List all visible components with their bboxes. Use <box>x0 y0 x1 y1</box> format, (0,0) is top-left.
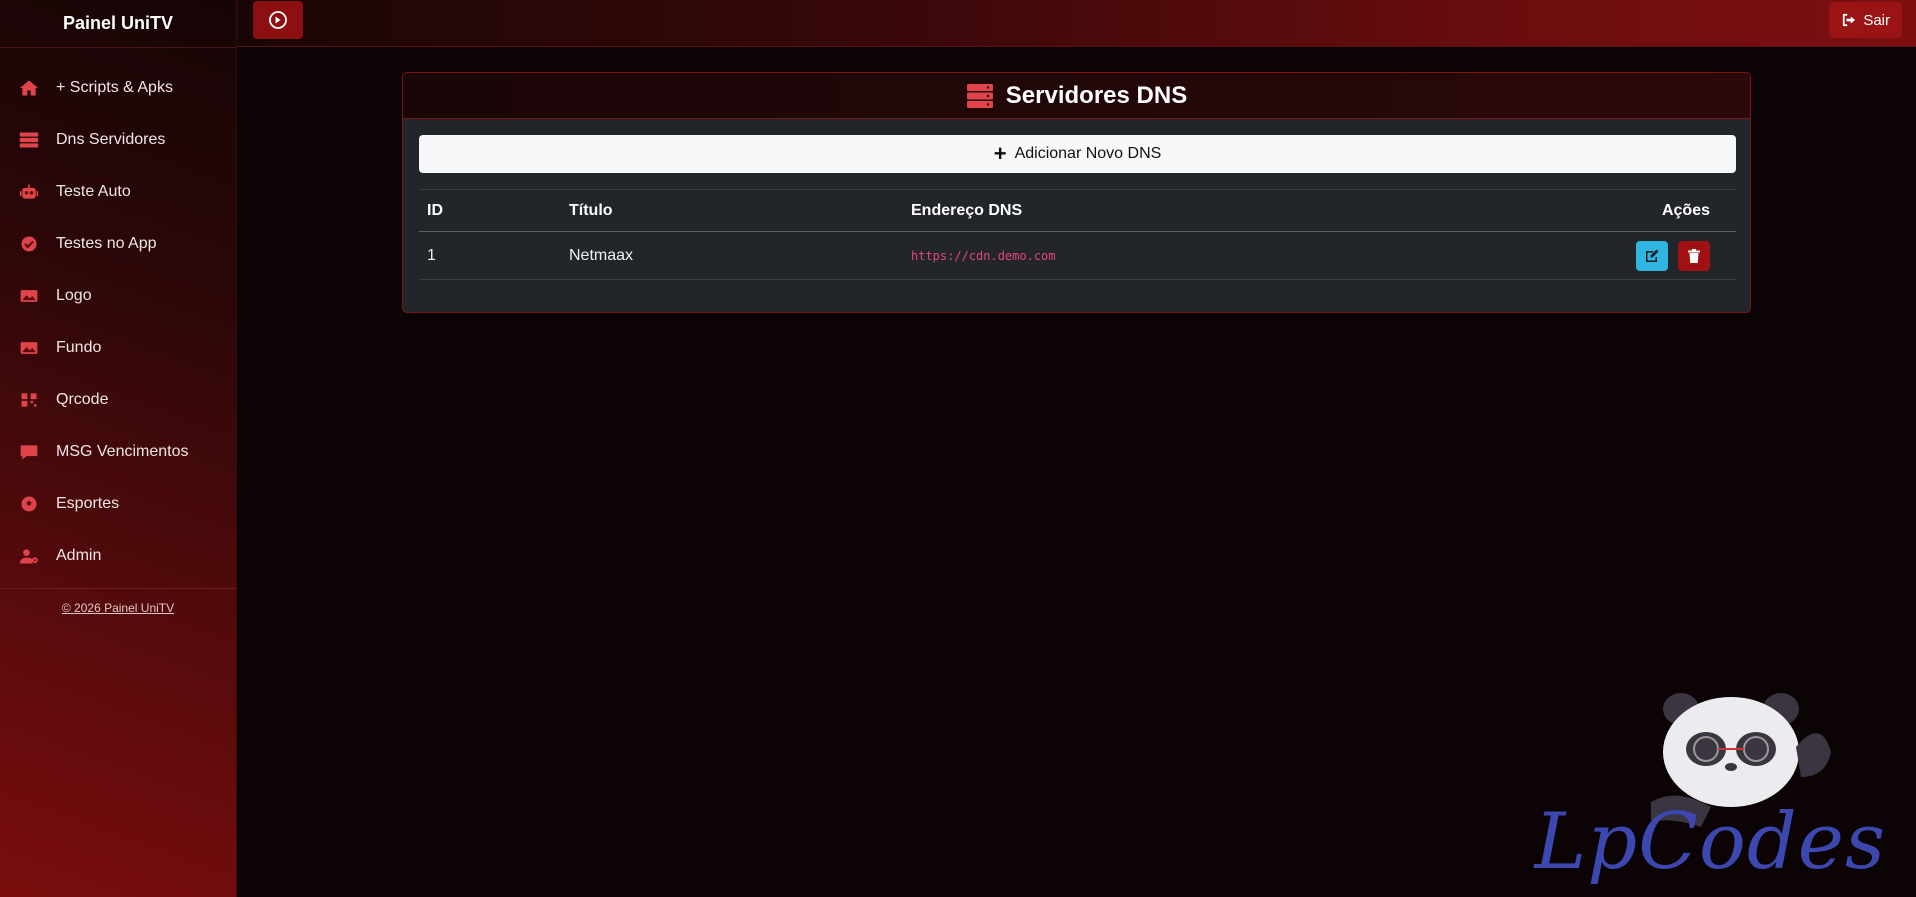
sidebar-nav: + Scripts & Apks Dns Servidores Teste Au… <box>0 48 236 582</box>
delete-button[interactable] <box>1678 240 1710 271</box>
cell-id: 1 <box>419 231 561 280</box>
sidebar-item-label: MSG Vencimentos <box>56 443 189 460</box>
sidebar-item-logo[interactable]: Logo <box>0 270 236 322</box>
edit-button[interactable] <box>1635 240 1668 271</box>
logout-button[interactable]: Sair <box>1829 2 1902 38</box>
column-header-acoes: Ações <box>1661 201 1710 219</box>
trash-icon <box>1688 248 1700 263</box>
edit-icon <box>1645 249 1659 262</box>
sidebar-item-label: + Scripts & Apks <box>56 79 173 96</box>
server-icon <box>966 83 993 108</box>
image-icon <box>18 286 40 306</box>
sidebar-toggle-button[interactable] <box>253 1 303 39</box>
plus-icon: + <box>993 141 1007 166</box>
sidebar-item-fundo[interactable]: Fundo <box>0 322 236 374</box>
sidebar-brand[interactable]: Painel UniTV <box>0 0 236 48</box>
sidebar-item-admin[interactable]: Admin <box>0 530 236 582</box>
sidebar-item-label: Fundo <box>56 339 102 356</box>
cell-actions <box>1523 231 1736 280</box>
sidebar-item-testes-no-app[interactable]: Testes no App <box>0 218 236 270</box>
sidebar-divider <box>0 588 236 589</box>
sidebar-item-label: Dns Servidores <box>56 131 166 148</box>
column-header-titulo: Título <box>569 201 613 219</box>
sign-out-icon <box>1843 13 1856 27</box>
sidebar-item-label: Logo <box>56 287 92 304</box>
sidebar-item-label: Esportes <box>56 495 120 512</box>
sidebar-item-teste-auto[interactable]: Teste Auto <box>0 166 236 218</box>
page-title: Servidores DNS <box>1005 81 1188 109</box>
card-header: Servidores DNS <box>403 73 1750 119</box>
column-header-id: ID <box>427 201 443 219</box>
sidebar-item-label: Qrcode <box>56 391 109 408</box>
dns-address: https://cdn.demo.com <box>911 248 1056 263</box>
check-circle-icon <box>18 234 40 254</box>
sidebar-item-dns-servidores[interactable]: Dns Servidores <box>0 114 236 166</box>
table-header-row: ID Título Endereço DNS Ações <box>419 189 1736 232</box>
sidebar: Painel UniTV + Scripts & Apks Dns Servid… <box>0 0 237 897</box>
add-dns-label: Adicionar Novo DNS <box>1014 145 1162 162</box>
soccer-ball-icon <box>18 494 40 514</box>
comment-icon <box>18 442 40 462</box>
sidebar-item-label: Testes no App <box>56 235 157 252</box>
sidebar-toggle-icon <box>269 11 287 29</box>
server-icon <box>18 130 40 150</box>
qrcode-icon <box>18 390 40 410</box>
footer-copyright-link[interactable]: © 2026 Painel UniTV <box>0 601 236 615</box>
user-cog-icon <box>18 546 40 566</box>
table-row: 1 Netmaax https://cdn.demo.com <box>419 231 1736 280</box>
home-icon <box>18 78 40 98</box>
cell-titulo: Netmaax <box>561 231 903 280</box>
cell-dns: https://cdn.demo.com <box>903 231 1523 280</box>
lpcodes-watermark: LpCodes <box>1535 687 1886 887</box>
image-icon <box>18 338 40 358</box>
sidebar-item-label: Teste Auto <box>56 183 131 200</box>
topbar: Sair <box>237 0 1916 47</box>
column-header-endereco-dns: Endereço DNS <box>911 201 1023 219</box>
dns-servers-card: Servidores DNS + Adicionar Novo DNS ID T… <box>402 72 1751 313</box>
sidebar-item-qrcode[interactable]: Qrcode <box>0 374 236 426</box>
sidebar-item-scripts-apks[interactable]: + Scripts & Apks <box>0 62 236 114</box>
add-dns-button[interactable]: + Adicionar Novo DNS <box>419 135 1736 173</box>
watermark-text: LpCodes <box>1534 797 1886 887</box>
robot-icon <box>18 182 40 202</box>
dns-table: ID Título Endereço DNS Ações 1 Netmaax h… <box>419 189 1736 280</box>
logout-label: Sair <box>1863 11 1890 29</box>
sidebar-item-esportes[interactable]: Esportes <box>0 478 236 530</box>
sidebar-item-label: Admin <box>56 547 102 564</box>
sidebar-item-msg-vencimentos[interactable]: MSG Vencimentos <box>0 426 236 478</box>
